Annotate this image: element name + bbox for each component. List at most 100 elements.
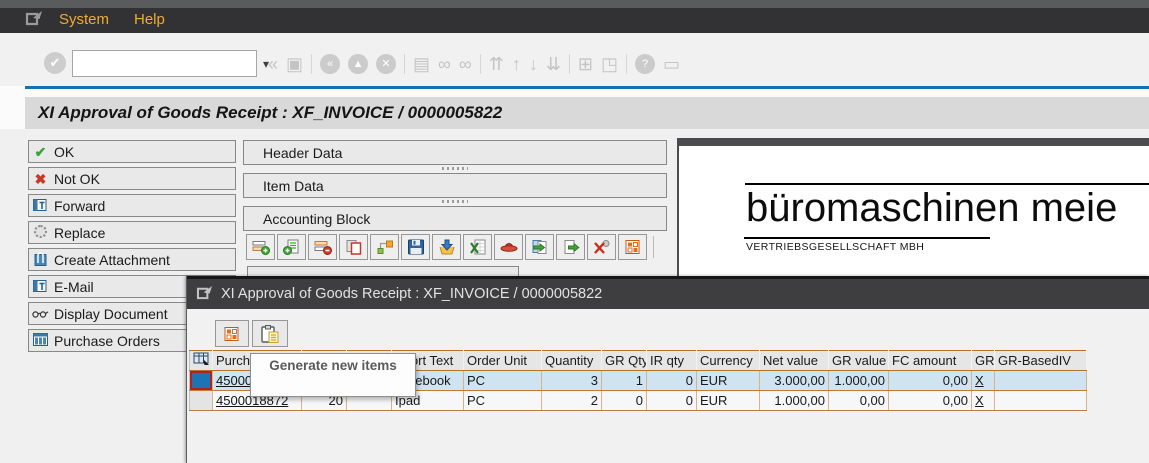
window-top-strip: [0, 0, 1149, 8]
export-excel-icon[interactable]: [463, 234, 492, 260]
table-columns-icon: [32, 333, 49, 348]
new-session-icon[interactable]: ⊞: [578, 55, 593, 73]
item-data-button[interactable]: Item Data: [243, 173, 667, 198]
sap-window-icon: [25, 10, 44, 26]
download-icon[interactable]: [432, 234, 461, 260]
propose-hat-icon[interactable]: [494, 234, 523, 260]
col-ir-qty[interactable]: IR qty: [647, 351, 697, 371]
not-ok-button[interactable]: ✖ Not OK: [28, 167, 236, 190]
menu-item-help[interactable]: Help: [134, 11, 165, 28]
col-currency[interactable]: Currency: [697, 351, 760, 371]
header-data-label: Header Data: [263, 145, 342, 161]
order-unit-cell: PC: [464, 371, 542, 391]
copy-item-icon[interactable]: [525, 234, 554, 260]
ir-qty-cell: 0: [647, 371, 697, 391]
sep1: [311, 54, 312, 74]
display-document-button-label: Display Document: [54, 306, 168, 322]
popup-title: XI Approval of Goods Receipt : XF_INVOIC…: [221, 286, 602, 302]
enter-icon[interactable]: ✔: [44, 52, 66, 74]
gr-flag-link[interactable]: X: [975, 373, 984, 388]
accounting-block-label: Accounting Block: [263, 211, 370, 227]
toolbar-icon-strip: « ▣ « ▲ ✕ ▤ ∞ ∞ ⇈ ↑ ↓ ⇊ ⊞ ◳? ▭: [268, 50, 680, 77]
replace-button[interactable]: Replace: [28, 221, 236, 244]
band-divider: [0, 89, 1149, 97]
left-margin: [0, 86, 25, 129]
export-item-icon[interactable]: [556, 234, 585, 260]
command-field[interactable]: [73, 51, 257, 76]
ok-button[interactable]: ✔ OK: [28, 140, 236, 163]
col-gr-based-iv[interactable]: GR-BasedIV: [995, 351, 1087, 371]
insert-page-icon[interactable]: [277, 234, 306, 260]
fc-amount-cell: 0,00: [889, 371, 972, 391]
header-data-button[interactable]: Header Data: [243, 140, 667, 165]
replace-gear-icon: [32, 225, 49, 240]
last-page-icon[interactable]: ⇊: [546, 55, 561, 73]
save-icon[interactable]: ▣: [286, 55, 303, 73]
menu-item-system[interactable]: System: [59, 11, 109, 28]
row-select-cell[interactable]: [190, 391, 213, 411]
col-gr-qty[interactable]: GR Qty: [602, 351, 647, 371]
popup-title-bar[interactable]: XI Approval of Goods Receipt : XF_INVOIC…: [187, 276, 1149, 309]
gui-settings-icon[interactable]: ▭: [663, 55, 680, 73]
purchase-orders-button-label: Purchase Orders: [54, 333, 160, 349]
collapse-toolbar-icon[interactable]: «: [268, 55, 278, 73]
sep5: [626, 54, 627, 74]
generate-items-tooltip: Generate new items: [250, 353, 416, 397]
quantity-cell: 2: [542, 391, 602, 411]
insert-line-icon[interactable]: [246, 234, 275, 260]
splitter-handle-2[interactable]: [243, 199, 667, 204]
col-net-value[interactable]: Net value: [760, 351, 829, 371]
col-gr[interactable]: GR: [972, 351, 995, 371]
item-data-label: Item Data: [263, 178, 324, 194]
gr-based-iv-cell: [995, 391, 1087, 411]
col-quantity[interactable]: Quantity: [542, 351, 602, 371]
print-icon[interactable]: ▤: [413, 55, 430, 73]
net-value-cell: 1.000,00: [760, 391, 829, 411]
cancel-icon[interactable]: ✕: [376, 54, 396, 74]
accounting-block-button[interactable]: Accounting Block: [243, 206, 667, 231]
not-ok-button-label: Not OK: [54, 171, 100, 187]
table-settings-icon[interactable]: [190, 351, 213, 371]
preview-rule-bottom: [744, 237, 990, 239]
ok-button-label: OK: [54, 144, 74, 160]
currency-cell: EUR: [697, 391, 760, 411]
exit-icon[interactable]: ▲: [348, 54, 368, 74]
generate-items-button[interactable]: [252, 320, 288, 347]
popup-item-overview-button[interactable]: [215, 320, 249, 347]
next-page-icon[interactable]: ↓: [529, 55, 538, 73]
previous-page-icon[interactable]: ↑: [512, 55, 521, 73]
gr-value-cell: 0,00: [829, 391, 889, 411]
create-attachment-button[interactable]: Create Attachment: [28, 248, 236, 271]
find-icon[interactable]: ∞: [438, 55, 451, 73]
forward-button[interactable]: Forward: [28, 194, 236, 217]
back-icon[interactable]: «: [320, 54, 340, 74]
sep3: [480, 54, 481, 74]
create-shortcut-icon[interactable]: ◳: [601, 55, 618, 73]
preview-rule-top: [745, 183, 1149, 185]
quantity-cell: 3: [542, 371, 602, 391]
first-page-icon[interactable]: ⇈: [489, 55, 504, 73]
create-attachment-button-label: Create Attachment: [54, 252, 170, 268]
sep2: [404, 54, 405, 74]
row-select-cell[interactable]: [190, 371, 213, 391]
glasses-icon: [32, 307, 49, 321]
item-overview-grid-icon[interactable]: [618, 234, 647, 260]
gr-flag-link[interactable]: X: [975, 393, 984, 408]
col-gr-value[interactable]: GR value: [829, 351, 889, 371]
main-toolbar: ✔ ▾ «▣«▲✕▤∞∞⇈↑↓⇊⊞◳?▭: [0, 33, 1149, 86]
delete-line-icon[interactable]: [308, 234, 337, 260]
sep4: [569, 54, 570, 74]
accounting-icon-toolbar: [246, 234, 654, 260]
col-fc-amount[interactable]: FC amount: [889, 351, 972, 371]
splitter-handle-1[interactable]: [243, 166, 667, 171]
col-order-unit[interactable]: Order Unit: [464, 351, 542, 371]
net-value-cell: 3.000,00: [760, 371, 829, 391]
copy-icon[interactable]: [339, 234, 368, 260]
find-next-icon[interactable]: ∞: [459, 55, 472, 73]
ir-qty-cell: 0: [647, 391, 697, 411]
gr-based-iv-cell: [995, 371, 1087, 391]
help-icon[interactable]: ?: [635, 54, 655, 74]
delete-assignment-icon[interactable]: [587, 234, 616, 260]
hierarchy-icon[interactable]: [370, 234, 399, 260]
save-data-icon[interactable]: [401, 234, 430, 260]
